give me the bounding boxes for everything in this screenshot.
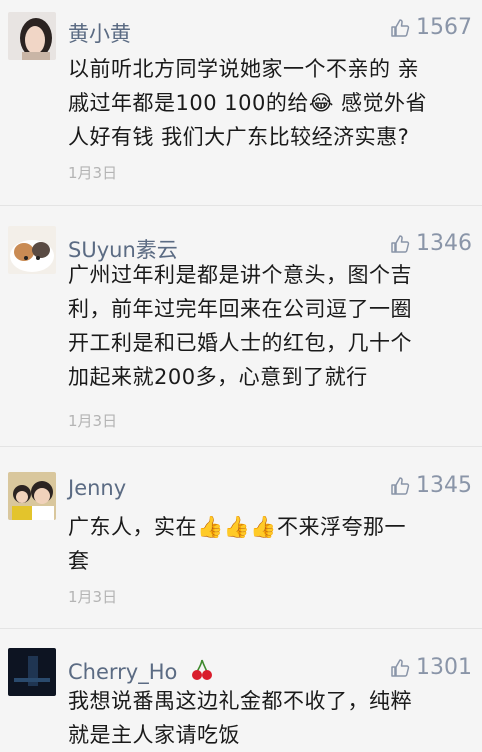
divider — [0, 446, 482, 447]
like-button[interactable]: 1346 — [390, 231, 472, 256]
thumbs-up-icon — [391, 658, 410, 677]
comment-line: 就是主人家请吃饭 — [68, 723, 240, 747]
like-count: 1345 — [416, 473, 472, 498]
thumbs-up-icon — [391, 476, 410, 495]
comment-item: 黄小黄 1567 以前听北方同学说她家一个不亲的 亲 戚过年都是100 100的… — [0, 0, 482, 200]
comment-date: 1月3日 — [68, 412, 118, 430]
comment-text: 广东人，实在👍👍👍不来浮夸那一 套 — [68, 510, 473, 578]
divider — [0, 628, 482, 629]
comment-line: 利，前年过完年回来在公司逗了一圈 — [68, 297, 412, 321]
comment-date: 1月3日 — [68, 164, 118, 182]
like-count: 1301 — [416, 655, 472, 680]
comment-text: 广州过年利是都是讲个意头，图个吉 利，前年过完年回来在公司逗了一圈 开工利是和已… — [68, 258, 473, 394]
comment-item: SUyun素云 1346 广州过年利是都是讲个意头，图个吉 利，前年过完年回来在… — [0, 216, 482, 446]
like-button[interactable]: 1301 — [390, 655, 472, 680]
thumbs-up-icon — [391, 18, 410, 37]
comment-text: 我想说番禺这边礼金都不收了，纯粹 就是主人家请吃饭 — [68, 684, 473, 752]
username[interactable]: 黄小黄 — [68, 18, 131, 48]
avatar[interactable] — [8, 648, 56, 696]
like-count: 1567 — [416, 15, 472, 40]
comment-text: 以前听北方同学说她家一个不亲的 亲 戚过年都是100 100的给😂 感觉外省 人… — [68, 52, 473, 154]
comment-line: 人好有钱 我们大广东比较经济实惠? — [68, 125, 410, 149]
avatar[interactable] — [8, 472, 56, 520]
like-button[interactable]: 1345 — [390, 473, 472, 498]
comment-line: 广州过年利是都是讲个意头，图个吉 — [68, 263, 412, 287]
avatar[interactable] — [8, 226, 56, 274]
comment-line: 套 — [68, 549, 90, 573]
comment-line: 开工利是和已婚人士的红包，几十个 — [68, 331, 412, 355]
comment-item: Jenny 1345 广东人，实在👍👍👍不来浮夸那一 套 1月3日 — [0, 458, 482, 618]
comment-line: 我想说番禺这边礼金都不收了，纯粹 — [68, 689, 412, 713]
username-text: Cherry_Ho — [68, 660, 178, 684]
like-count: 1346 — [416, 231, 472, 256]
avatar[interactable] — [8, 12, 56, 60]
cherries-icon — [190, 658, 214, 687]
comment-date: 1月3日 — [68, 588, 118, 606]
comment-line: 加起来就200多，心意到了就行 — [68, 365, 368, 389]
like-button[interactable]: 1567 — [390, 15, 472, 40]
username[interactable]: Jenny — [68, 476, 126, 500]
divider — [0, 205, 482, 206]
thumbs-up-icon — [391, 234, 410, 253]
username[interactable]: Cherry_Ho — [68, 658, 214, 687]
comment-line: 戚过年都是100 100的给😂 感觉外省 — [68, 91, 428, 115]
comment-item: Cherry_Ho 1301 我想说番禺这边礼金都不收了，纯粹 就是主人家请吃饭 — [0, 640, 482, 749]
comment-line: 以前听北方同学说她家一个不亲的 亲 — [68, 57, 420, 81]
comment-line: 广东人，实在👍👍👍不来浮夸那一 — [68, 515, 406, 539]
